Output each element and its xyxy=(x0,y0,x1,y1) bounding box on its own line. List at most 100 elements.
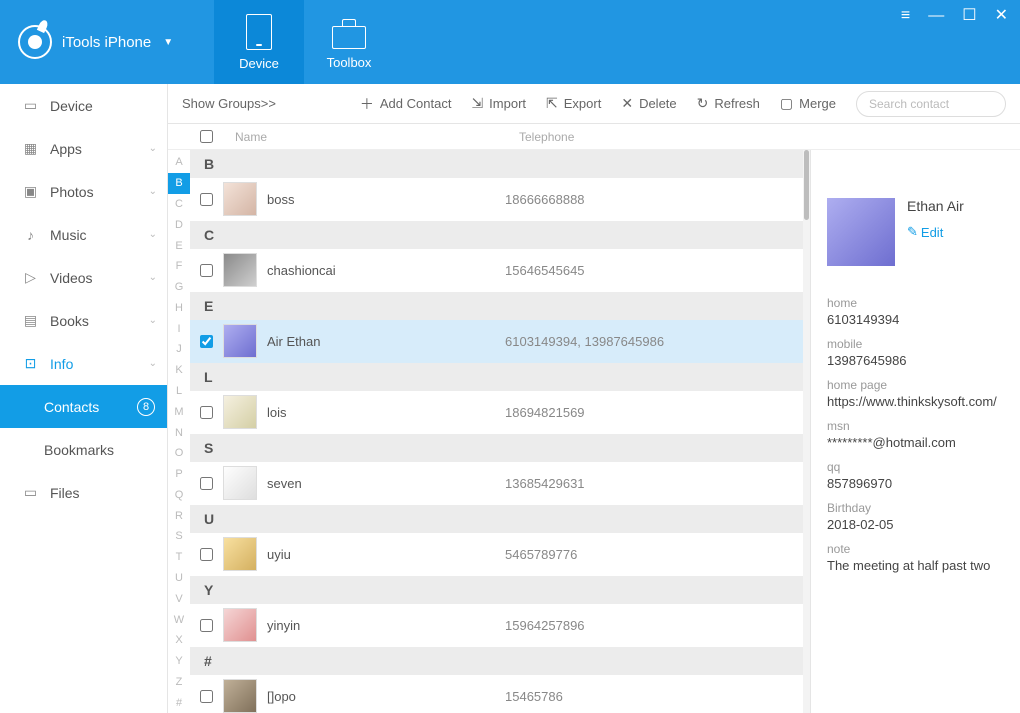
sidebar-item-bookmarks[interactable]: Bookmarks xyxy=(0,428,167,471)
contact-name: Air Ethan xyxy=(267,334,495,349)
az-S[interactable]: S xyxy=(168,526,190,547)
az-U[interactable]: U xyxy=(168,568,190,589)
sidebar-item-contacts[interactable]: Contacts8 xyxy=(0,385,167,428)
az-B[interactable]: B xyxy=(168,173,190,194)
edit-label: Edit xyxy=(921,225,943,240)
show-groups-button[interactable]: Show Groups>> xyxy=(182,96,276,111)
sidebar-item-label: Music xyxy=(50,227,87,243)
add-contact-label: Add Contact xyxy=(380,96,452,111)
add-contact-button[interactable]: ＋Add Contact xyxy=(360,94,452,114)
az-J[interactable]: J xyxy=(168,339,190,360)
export-icon: ⇱ xyxy=(546,95,558,112)
az-W[interactable]: W xyxy=(168,609,190,630)
sidebar-item-label: Info xyxy=(50,356,73,372)
az-O[interactable]: O xyxy=(168,443,190,464)
contact-row[interactable]: chashioncai15646545645 xyxy=(190,249,803,292)
window-controls: ≡ — ☐ ✕ xyxy=(901,8,1008,24)
az-A[interactable]: A xyxy=(168,152,190,173)
contact-telephone: 6103149394, 13987645986 xyxy=(505,334,664,349)
section-C: C xyxy=(190,221,803,249)
edit-icon: ✎ xyxy=(907,224,918,240)
az-P[interactable]: P xyxy=(168,464,190,485)
az-R[interactable]: R xyxy=(168,505,190,526)
contact-row[interactable]: Air Ethan 6103149394, 13987645986 xyxy=(190,320,803,363)
refresh-label: Refresh xyxy=(714,96,760,111)
import-button[interactable]: ⇲Import xyxy=(471,95,526,112)
row-checkbox[interactable] xyxy=(200,477,213,490)
az-M[interactable]: M xyxy=(168,401,190,422)
sidebar-item-label: Contacts xyxy=(44,399,99,415)
contact-row[interactable]: uyiu5465789776 xyxy=(190,533,803,576)
sidebar-item-music[interactable]: ♪Music⌄ xyxy=(0,213,167,256)
sidebar-icon: ⊡ xyxy=(22,355,39,372)
sidebar-item-label: Photos xyxy=(50,184,94,200)
chevron-down-icon: ⌄ xyxy=(149,358,157,369)
az-Q[interactable]: Q xyxy=(168,485,190,506)
sidebar-item-label: Books xyxy=(50,313,89,329)
az-N[interactable]: N xyxy=(168,422,190,443)
az-G[interactable]: G xyxy=(168,277,190,298)
delete-button[interactable]: ✕Delete xyxy=(621,95,676,112)
sidebar-item-info[interactable]: ⊡ Info ⌄ xyxy=(0,342,167,385)
chevron-down-icon: ⌄ xyxy=(149,229,157,240)
row-checkbox[interactable] xyxy=(200,548,213,561)
az-Z[interactable]: Z xyxy=(168,672,190,693)
az-D[interactable]: D xyxy=(168,214,190,235)
sidebar-item-files[interactable]: ▭Files xyxy=(0,471,167,514)
edit-button[interactable]: ✎Edit xyxy=(907,224,943,240)
row-checkbox[interactable] xyxy=(200,690,213,703)
sidebar-item-videos[interactable]: ▷Videos⌄ xyxy=(0,256,167,299)
close-button[interactable]: ✕ xyxy=(995,8,1008,24)
contact-telephone: 18694821569 xyxy=(505,405,585,420)
field-value: https://www.thinkskysoft.com/ xyxy=(827,394,1008,409)
row-checkbox[interactable] xyxy=(200,264,213,277)
scrollbar[interactable] xyxy=(803,150,810,713)
select-all-checkbox[interactable] xyxy=(200,130,213,143)
contact-name: chashioncai xyxy=(267,263,495,278)
az-X[interactable]: X xyxy=(168,630,190,651)
app-header: iTools iPhone ▼ Device Toolbox ≡ — ☐ ✕ xyxy=(0,0,1020,84)
menu-icon[interactable]: ≡ xyxy=(901,8,910,24)
chevron-down-icon: ⌄ xyxy=(149,186,157,197)
az-E[interactable]: E xyxy=(168,235,190,256)
sidebar-item-label: Bookmarks xyxy=(44,442,114,458)
search-box[interactable]: ⌕ xyxy=(856,91,1006,117)
az-Y[interactable]: Y xyxy=(168,651,190,672)
sidebar-item-books[interactable]: ▤Books⌄ xyxy=(0,299,167,342)
contact-row[interactable]: boss18666668888 xyxy=(190,178,803,221)
az-K[interactable]: K xyxy=(168,360,190,381)
row-checkbox[interactable] xyxy=(200,406,213,419)
minimize-button[interactable]: — xyxy=(928,8,944,24)
merge-label: Merge xyxy=(799,96,836,111)
row-checkbox[interactable] xyxy=(200,193,213,206)
az-C[interactable]: C xyxy=(168,194,190,215)
row-checkbox[interactable] xyxy=(200,619,213,632)
tab-toolbox[interactable]: Toolbox xyxy=(304,0,394,84)
search-input[interactable] xyxy=(869,97,1020,111)
az-I[interactable]: I xyxy=(168,318,190,339)
sidebar-item-photos[interactable]: ▣Photos⌄ xyxy=(0,170,167,213)
az-H[interactable]: H xyxy=(168,297,190,318)
row-checkbox[interactable] xyxy=(200,335,213,348)
sidebar-item-apps[interactable]: ▦Apps⌄ xyxy=(0,127,167,170)
contact-row[interactable]: lois18694821569 xyxy=(190,391,803,434)
contact-telephone: 18666668888 xyxy=(505,192,585,207)
az-V[interactable]: V xyxy=(168,588,190,609)
sidebar-item-device[interactable]: ▭Device xyxy=(0,84,167,127)
avatar xyxy=(223,253,257,287)
app-title-dropdown[interactable]: iTools iPhone ▼ xyxy=(0,0,214,84)
az-#[interactable]: # xyxy=(168,692,190,713)
export-button[interactable]: ⇱Export xyxy=(546,95,601,112)
merge-button[interactable]: ▢Merge xyxy=(780,95,836,112)
az-L[interactable]: L xyxy=(168,381,190,402)
maximize-button[interactable]: ☐ xyxy=(962,8,976,24)
contact-row[interactable]: yinyin15964257896 xyxy=(190,604,803,647)
sidebar-icon: ▭ xyxy=(22,97,39,114)
toolbar: Show Groups>> ＋Add Contact ⇲Import ⇱Expo… xyxy=(168,84,1020,124)
az-F[interactable]: F xyxy=(168,256,190,277)
contact-row[interactable]: seven13685429631 xyxy=(190,462,803,505)
az-T[interactable]: T xyxy=(168,547,190,568)
tab-device[interactable]: Device xyxy=(214,0,304,84)
contact-row[interactable]: []opo15465786 xyxy=(190,675,803,713)
refresh-button[interactable]: ↻Refresh xyxy=(697,95,760,112)
